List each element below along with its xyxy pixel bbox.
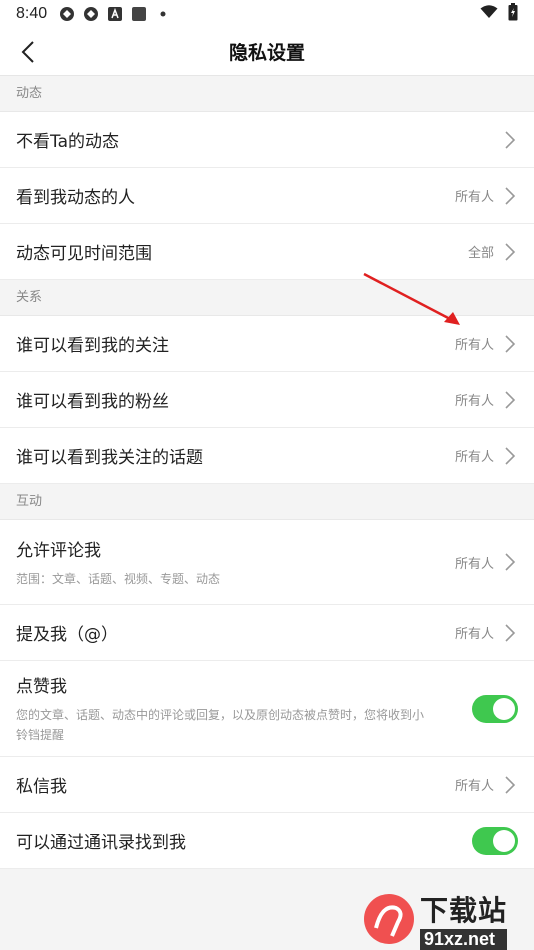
row-value: 所有人 <box>454 556 494 572</box>
status-time: 8:40 <box>16 5 48 22</box>
row-value: 所有人 <box>454 394 494 409</box>
row-label: 谁可以看到我的关注 <box>16 336 169 356</box>
chevron-left-icon <box>21 41 34 63</box>
toggle-knob <box>493 697 515 720</box>
contacts-find-toggle[interactable] <box>472 826 518 855</box>
app-notification-icon <box>59 6 75 22</box>
chevron-right-icon <box>504 775 518 795</box>
row-value: 所有人 <box>454 779 494 794</box>
status-bar: 8:40 <box>0 0 534 28</box>
row-label: 谁可以看到我关注的话题 <box>16 448 203 468</box>
row-value: 所有人 <box>454 190 494 205</box>
chevron-right-icon <box>504 390 518 410</box>
wifi-icon <box>480 5 498 23</box>
watermark: 下载站 91xz.net <box>362 888 534 950</box>
toggle-knob <box>493 829 515 852</box>
square-app-icon <box>131 6 147 22</box>
like-notify-toggle[interactable] <box>472 694 518 723</box>
nav-bar: 隐私设置 <box>0 28 534 76</box>
watermark-domain: 91xz.net <box>420 928 508 950</box>
chevron-right-icon <box>504 130 518 150</box>
row-who-sees-my-following[interactable]: 谁可以看到我的关注 所有人 <box>0 316 534 372</box>
row-who-sees-my-moments[interactable]: 看到我动态的人 所有人 <box>0 168 534 224</box>
row-allow-comments[interactable]: 允许评论我 范围：文章、话题、视频、专题、动态 所有人 <box>0 520 534 605</box>
notification-icons <box>59 6 171 22</box>
row-hide-their-moments[interactable]: 不看Ta的动态 <box>0 112 534 168</box>
section-header-interaction: 互动 <box>0 484 534 520</box>
letter-a-icon <box>107 6 123 22</box>
chevron-right-icon <box>504 552 518 572</box>
section-header-moments: 动态 <box>0 76 534 112</box>
row-subtitle: 您的文章、话题、动态中的评论或回复，以及原创动态被点赞时，您将收到小铃铛提醒 <box>16 708 425 742</box>
row-moments-visible-range[interactable]: 动态可见时间范围 全部 <box>0 224 534 280</box>
row-subtitle: 范围：文章、话题、视频、专题、动态 <box>16 571 221 586</box>
chevron-right-icon <box>504 623 518 643</box>
row-private-message[interactable]: 私信我 所有人 <box>0 757 534 813</box>
row-value: 所有人 <box>454 627 494 642</box>
watermark-logo-icon <box>364 894 414 944</box>
system-icons <box>480 3 518 25</box>
row-label: 允许评论我 <box>16 540 101 561</box>
row-like-me: 点赞我 您的文章、话题、动态中的评论或回复，以及原创动态被点赞时，您将收到小铃铛… <box>0 661 534 757</box>
row-label: 看到我动态的人 <box>16 188 135 208</box>
row-value: 全部 <box>467 246 494 261</box>
row-label: 可以通过通讯录找到我 <box>16 833 186 853</box>
section-header-relations: 关系 <box>0 280 534 316</box>
row-label: 不看Ta的动态 <box>16 132 119 152</box>
row-find-by-contacts: 可以通过通讯录找到我 <box>0 813 534 869</box>
row-mention-me[interactable]: 提及我（@） 所有人 <box>0 605 534 661</box>
battery-icon <box>508 3 518 25</box>
row-label: 提及我（@） <box>16 625 118 645</box>
row-who-sees-my-fans[interactable]: 谁可以看到我的粉丝 所有人 <box>0 372 534 428</box>
back-button[interactable] <box>12 36 44 68</box>
chevron-right-icon <box>504 186 518 206</box>
watermark-brand: 下载站 <box>420 893 508 927</box>
chevron-right-icon <box>504 242 518 262</box>
chevron-right-icon <box>504 446 518 466</box>
row-label: 谁可以看到我的粉丝 <box>16 392 169 412</box>
row-label: 动态可见时间范围 <box>16 244 152 264</box>
app-notification-icon-2 <box>83 6 99 22</box>
row-who-sees-my-topics[interactable]: 谁可以看到我关注的话题 所有人 <box>0 428 534 484</box>
chevron-right-icon <box>504 334 518 354</box>
row-label: 点赞我 <box>16 677 67 697</box>
row-value: 所有人 <box>454 450 494 465</box>
dot-icon <box>155 6 171 22</box>
row-label: 私信我 <box>16 777 67 797</box>
row-value: 所有人 <box>454 338 494 353</box>
page-title: 隐私设置 <box>228 42 305 64</box>
